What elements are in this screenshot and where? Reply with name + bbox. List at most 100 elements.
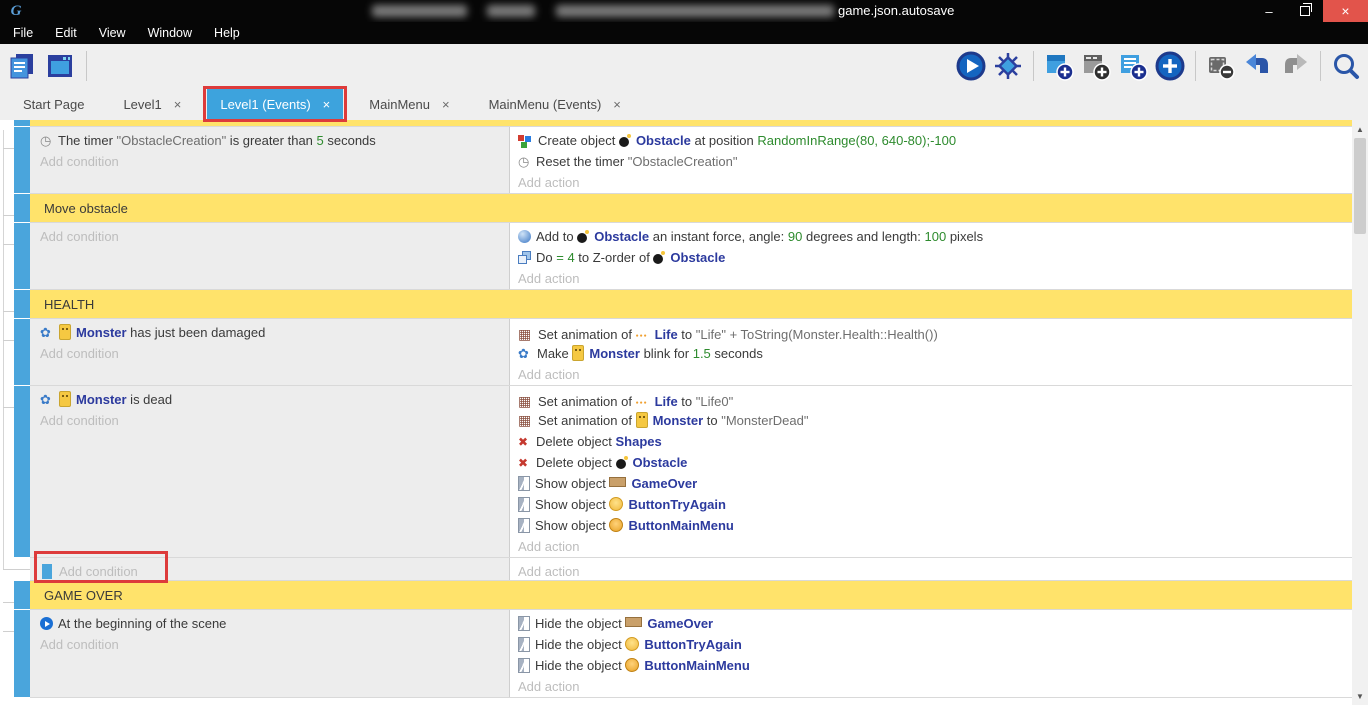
search-icon[interactable] [1330,50,1362,82]
text-segment: Set animation of [538,394,636,409]
vertical-scrollbar[interactable]: ▲ ▼ [1352,120,1368,705]
action-row[interactable]: Show object ButtonMainMenu [518,515,1352,536]
actions-cell[interactable]: Set animation of Life to "Life" + ToStri… [510,319,1352,385]
project-manager-icon[interactable] [6,50,38,82]
actions-cell[interactable]: Hide the object GameOverHide the object … [510,610,1352,697]
actions-cell[interactable]: Add action [510,558,1352,580]
menu-edit[interactable]: Edit [44,22,88,44]
event-selection-bar[interactable] [14,386,30,558]
condition-row[interactable]: Monster is dead [40,389,509,410]
add-event-icon[interactable] [1043,50,1075,82]
action-row[interactable]: Hide the object ButtonMainMenu [518,655,1352,676]
tab-mainmenu[interactable]: MainMenu × [356,88,462,120]
tab-close-icon[interactable]: × [442,97,450,112]
condition-row[interactable]: The timer "ObstacleCreation" is greater … [40,130,509,151]
add-condition-button[interactable]: Add condition [40,634,509,655]
action-row[interactable]: Set animation of Life to "Life0" [518,389,1352,410]
redo-icon[interactable] [1279,50,1311,82]
conditions-cell[interactable]: Add condition [30,558,510,580]
maximize-button[interactable] [1287,0,1323,22]
tab-close-icon[interactable]: × [323,97,331,112]
event-selection-bar[interactable] [14,223,30,290]
action-row[interactable]: Set animation of Life to "Life" + ToStri… [518,322,1352,343]
menu-file[interactable]: File [2,22,44,44]
tab-level1[interactable]: Level1 × [110,88,194,120]
group-header[interactable]: Move obstacle [30,194,1352,223]
object-name: Obstacle [670,250,725,265]
actions-cell[interactable]: Create object Obstacle at position Rando… [510,127,1352,193]
visibility-icon [518,637,530,652]
preview-icon[interactable] [955,50,987,82]
scrollbar-thumb[interactable] [1354,138,1366,234]
add-comment-icon[interactable] [1117,50,1149,82]
event-selection-bar[interactable] [14,610,30,698]
event-selection-bar[interactable] [14,127,30,194]
add-action-button[interactable]: Add action [518,268,1352,289]
actions-cell[interactable]: Add to Obstacle an instant force, angle:… [510,223,1352,289]
button-coin-icon [625,637,639,651]
menu-help[interactable]: Help [203,22,251,44]
action-row[interactable]: Create object Obstacle at position Rando… [518,130,1352,151]
group-header[interactable]: GAME OVER [30,581,1352,610]
tab-close-icon[interactable]: × [174,97,182,112]
action-row[interactable]: Do = 4 to Z-order of Obstacle [518,247,1352,268]
minimize-button[interactable]: – [1251,0,1287,22]
add-condition-button[interactable]: Add condition [40,343,509,364]
add-action-button[interactable]: Add action [518,561,1352,582]
conditions-cell[interactable]: At the beginning of the sceneAdd conditi… [30,610,510,697]
add-condition-button[interactable]: Add condition [40,561,509,582]
action-row[interactable]: Delete object Obstacle [518,452,1352,473]
condition-row[interactable]: Monster has just been damaged [40,322,509,343]
condition-row[interactable]: At the beginning of the scene [40,613,509,634]
tree-tick [3,602,14,603]
event-row: Add condition Add action [0,558,1352,581]
object-name: ButtonMainMenu [628,518,733,533]
conditions-cell[interactable]: Monster is deadAdd condition [30,386,510,557]
action-row[interactable]: Reset the timer "ObstacleCreation" [518,151,1352,172]
event-selection-bar[interactable] [14,290,30,319]
action-row[interactable]: Show object ButtonTryAgain [518,494,1352,515]
tab-close-icon[interactable]: × [613,97,621,112]
conditions-cell[interactable]: Monster has just been damagedAdd conditi… [30,319,510,385]
scroll-down-icon[interactable]: ▼ [1352,688,1368,704]
action-row[interactable]: Show object GameOver [518,473,1352,494]
action-row[interactable]: Make Monster blink for 1.5 seconds [518,343,1352,364]
add-action-button[interactable]: Add action [518,364,1352,385]
menu-view[interactable]: View [88,22,137,44]
object-name: ButtonTryAgain [644,637,742,652]
menu-window[interactable]: Window [137,22,203,44]
object-name: Monster [76,325,127,340]
actions-cell[interactable]: Set animation of Life to "Life0"Set anim… [510,386,1352,557]
add-sub-event-icon[interactable] [1080,50,1112,82]
add-condition-button[interactable]: Add condition [40,410,509,431]
action-row[interactable]: Add to Obstacle an instant force, angle:… [518,226,1352,247]
undo-icon[interactable] [1242,50,1274,82]
add-something-icon[interactable] [1154,50,1186,82]
scene-editor-icon[interactable] [44,50,76,82]
debug-icon[interactable] [992,50,1024,82]
group-header[interactable]: HEALTH [30,290,1352,319]
add-condition-button[interactable]: Add condition [40,226,509,247]
action-row[interactable]: Hide the object GameOver [518,613,1352,634]
scroll-up-icon[interactable]: ▲ [1352,121,1368,137]
event-selection-bar[interactable] [14,194,30,223]
group-header-partial[interactable] [30,120,1352,127]
add-action-button[interactable]: Add action [518,536,1352,557]
add-condition-button[interactable]: Add condition [40,151,509,172]
event-selection-bar[interactable] [14,581,30,610]
action-row[interactable]: Set animation of Monster to "MonsterDead… [518,410,1352,431]
tab-start-page[interactable]: Start Page [10,88,97,120]
action-row[interactable]: Hide the object ButtonTryAgain [518,634,1352,655]
event-selection-bar[interactable] [14,319,30,386]
behavior-icon [518,343,532,364]
conditions-cell[interactable]: The timer "ObstacleCreation" is greater … [30,127,510,193]
remove-event-icon[interactable] [1205,50,1237,82]
action-row[interactable]: Delete object Shapes [518,431,1352,452]
conditions-cell[interactable]: Add condition [30,223,510,289]
tab-bar: Start Page Level1 × Level1 (Events) × Ma… [0,88,1368,120]
tab-mainmenu-events[interactable]: MainMenu (Events) × [476,88,634,120]
tab-level1-events[interactable]: Level1 (Events) × [207,88,343,120]
add-action-button[interactable]: Add action [518,676,1352,697]
close-button[interactable]: × [1323,0,1368,22]
add-action-button[interactable]: Add action [518,172,1352,193]
